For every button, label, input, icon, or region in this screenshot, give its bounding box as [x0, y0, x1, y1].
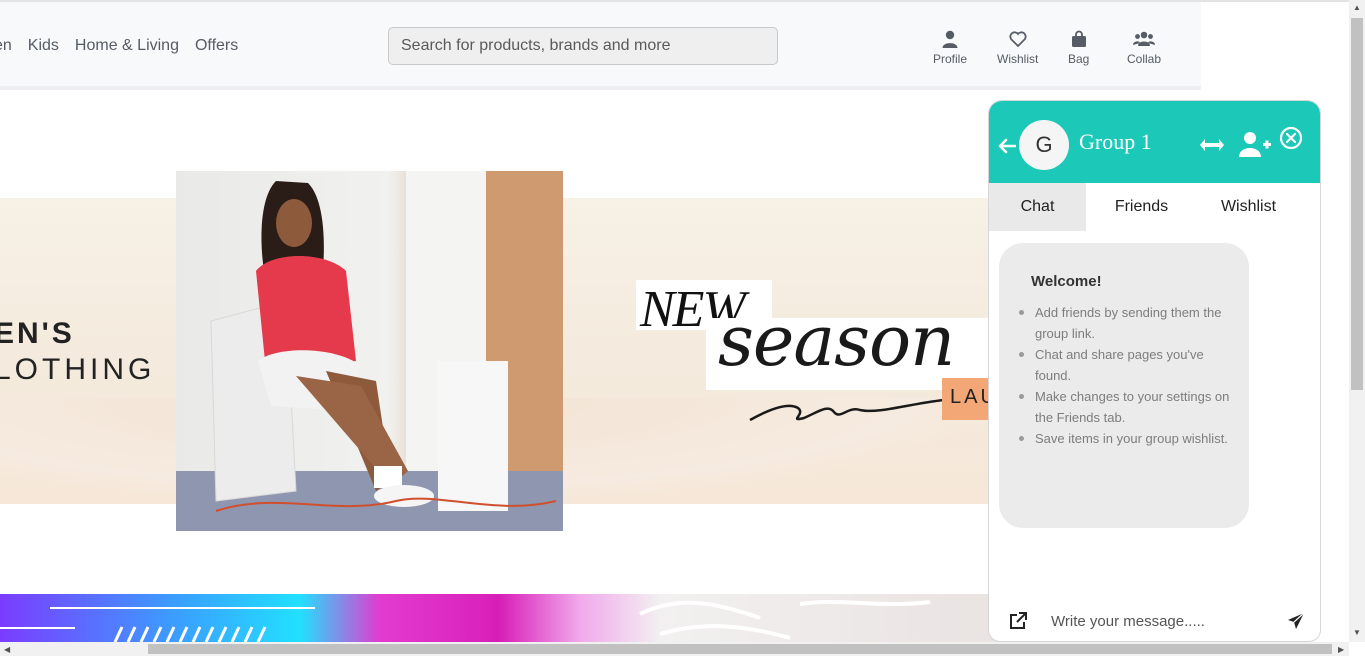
- collab-button[interactable]: Collab: [1127, 30, 1161, 66]
- vertical-scroll-thumb[interactable]: [1351, 18, 1363, 390]
- welcome-title: Welcome!: [1031, 273, 1102, 290]
- bag-icon: [1071, 30, 1086, 47]
- profile-button[interactable]: Profile: [933, 30, 967, 66]
- search-input[interactable]: [388, 27, 778, 65]
- profile-label: Profile: [933, 52, 968, 66]
- wishlist-label: Wishlist: [997, 52, 1039, 66]
- welcome-item: Save items in your group wishlist.: [1019, 428, 1233, 449]
- message-input[interactable]: [1051, 607, 1251, 635]
- close-circle-icon[interactable]: [1279, 126, 1303, 150]
- banner-squiggle: [749, 398, 945, 422]
- send-icon[interactable]: [1287, 612, 1305, 630]
- banner-season-text: season: [718, 300, 955, 382]
- scroll-right-arrow-icon[interactable]: ▶: [1338, 645, 1344, 654]
- chat-tabs: Chat Friends Wishlist: [989, 183, 1320, 231]
- group-chat-panel: G Group 1 Chat Friends Wishlist Welcome!…: [988, 100, 1321, 642]
- tab-chat[interactable]: Chat: [989, 183, 1086, 231]
- welcome-item: Make changes to your settings on the Fri…: [1019, 386, 1233, 428]
- share-external-icon[interactable]: [1009, 612, 1027, 630]
- main-nav: en Kids Home & Living Offers: [0, 37, 238, 55]
- banner-line-2: LOTHING: [0, 353, 156, 386]
- scroll-up-arrow-icon[interactable]: ▲: [1353, 3, 1361, 12]
- site-header: en Kids Home & Living Offers Profile Wis…: [0, 2, 1201, 90]
- expand-horizontal-icon[interactable]: [1199, 138, 1225, 152]
- chat-header: G Group 1: [989, 101, 1320, 183]
- wishlist-button[interactable]: Wishlist: [997, 30, 1038, 66]
- bag-button[interactable]: Bag: [1068, 30, 1089, 66]
- tab-wishlist[interactable]: Wishlist: [1197, 183, 1300, 231]
- person-icon: [942, 30, 958, 48]
- tab-friends[interactable]: Friends: [1086, 183, 1197, 231]
- nav-item-offers[interactable]: Offers: [195, 37, 238, 55]
- welcome-list: Add friends by sending them the group li…: [1019, 302, 1233, 449]
- welcome-item: Chat and share pages you've found.: [1019, 344, 1233, 386]
- promo-banner[interactable]: [0, 594, 1000, 642]
- group-name: Group 1: [1079, 129, 1152, 154]
- users-icon: [1133, 31, 1156, 46]
- banner-category-text: EN'S LOTHING: [0, 316, 155, 388]
- scroll-down-arrow-icon[interactable]: ▼: [1353, 628, 1361, 637]
- add-user-icon[interactable]: [1239, 131, 1271, 157]
- back-arrow-icon[interactable]: [998, 138, 1016, 154]
- collab-label: Collab: [1127, 52, 1162, 66]
- bag-label: Bag: [1068, 52, 1090, 66]
- nav-item-home-living[interactable]: Home & Living: [75, 37, 179, 55]
- welcome-item: Add friends by sending them the group li…: [1019, 302, 1233, 344]
- heart-icon: [1009, 31, 1027, 48]
- group-avatar: G: [1019, 120, 1069, 170]
- banner-line-1: EN'S: [0, 317, 75, 350]
- nav-item-kids[interactable]: Kids: [28, 37, 59, 55]
- nav-item-women[interactable]: en: [0, 37, 12, 55]
- horizontal-scroll-thumb[interactable]: [148, 644, 1332, 654]
- welcome-message: Welcome! Add friends by sending them the…: [999, 243, 1249, 528]
- scroll-left-arrow-icon[interactable]: ◀: [4, 645, 10, 654]
- banner-model-photo: [176, 171, 563, 531]
